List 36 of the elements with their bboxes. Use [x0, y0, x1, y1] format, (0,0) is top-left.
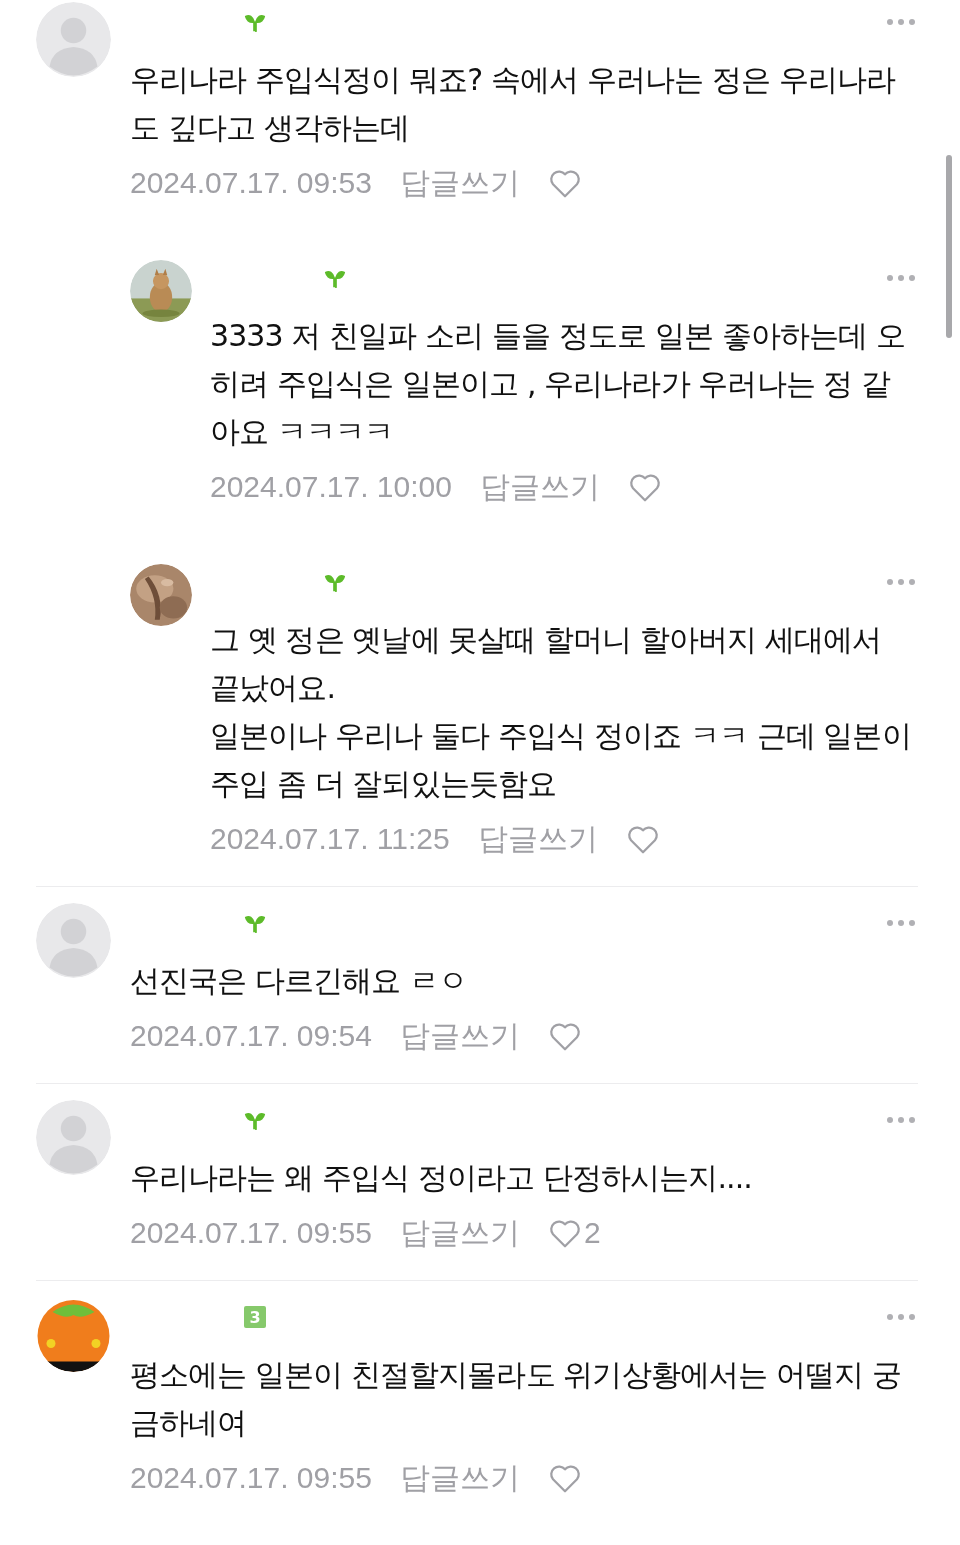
heart-icon[interactable]: [547, 1217, 582, 1249]
avatar-icon[interactable]: [36, 2, 111, 77]
comment-text: 선진국은 다르긴해요 ㄹㅇ: [130, 962, 469, 1000]
heart-icon[interactable]: [547, 1020, 582, 1052]
more-icon[interactable]: [886, 1313, 916, 1321]
level-badge: 3: [244, 1306, 266, 1328]
reply-button[interactable]: 답글쓰기: [399, 1457, 520, 1499]
comment-text: 그 옛 정은 옛날에 못살때 할머니 할아버지 세대에서 끝났어요. 일본이나 우리나 둘다 주입식 정이죠 ㅋㅋ 근데 일본이 주입 좀 더 잘되있는듯함요: [210, 621, 912, 803]
heart-icon[interactable]: [627, 471, 662, 503]
reply-button[interactable]: 답글쓰기: [477, 818, 598, 860]
avatar-icon[interactable]: [36, 1100, 111, 1175]
heart-icon[interactable]: [547, 1462, 582, 1494]
comment-text: 3333 저 친일파 소리 들을 정도로 일본 좋아하는데 오히려 주입식은 일본이고 , 우리나라가 우러나는 정 같아요 ㅋㅋㅋㅋ: [210, 317, 906, 451]
more-icon[interactable]: [886, 919, 916, 927]
reply-button[interactable]: 답글쓰기: [399, 162, 520, 204]
more-icon[interactable]: [886, 578, 916, 586]
comment-text: 우리나라는 왜 주입식 정이라고 단정하시는지....: [130, 1159, 753, 1197]
more-icon[interactable]: [886, 1116, 916, 1124]
comment-date: 2024.07.17. 09:53: [130, 166, 372, 200]
comment-date: 2024.07.17. 09:54: [130, 1019, 372, 1053]
scrollbar[interactable]: [946, 155, 952, 338]
avatar-icon[interactable]: [36, 903, 111, 978]
reply-button[interactable]: 답글쓰기: [399, 1015, 520, 1057]
comment-text: 우리나라 주입식정이 뭐죠? 속에서 우러나는 정은 우리나라도 깊다고 생각하는데: [130, 61, 897, 147]
comment-date: 2024.07.17. 09:55: [130, 1216, 372, 1250]
more-icon[interactable]: [886, 274, 916, 282]
heart-icon[interactable]: [625, 823, 660, 855]
like-count: 2: [583, 1216, 601, 1250]
comment-date: 2024.07.17. 11:25: [210, 822, 450, 856]
comment-date: 2024.07.17. 09:55: [130, 1461, 372, 1495]
comment-text: 평소에는 일본이 친절할지몰라도 위기상황에서는 어떨지 궁금하네여: [130, 1356, 902, 1442]
heart-icon[interactable]: [547, 167, 582, 199]
comment-date: 2024.07.17. 10:00: [210, 470, 452, 504]
reply-button[interactable]: 답글쓰기: [479, 466, 600, 508]
more-icon[interactable]: [886, 18, 916, 26]
reply-button[interactable]: 답글쓰기: [399, 1212, 520, 1254]
